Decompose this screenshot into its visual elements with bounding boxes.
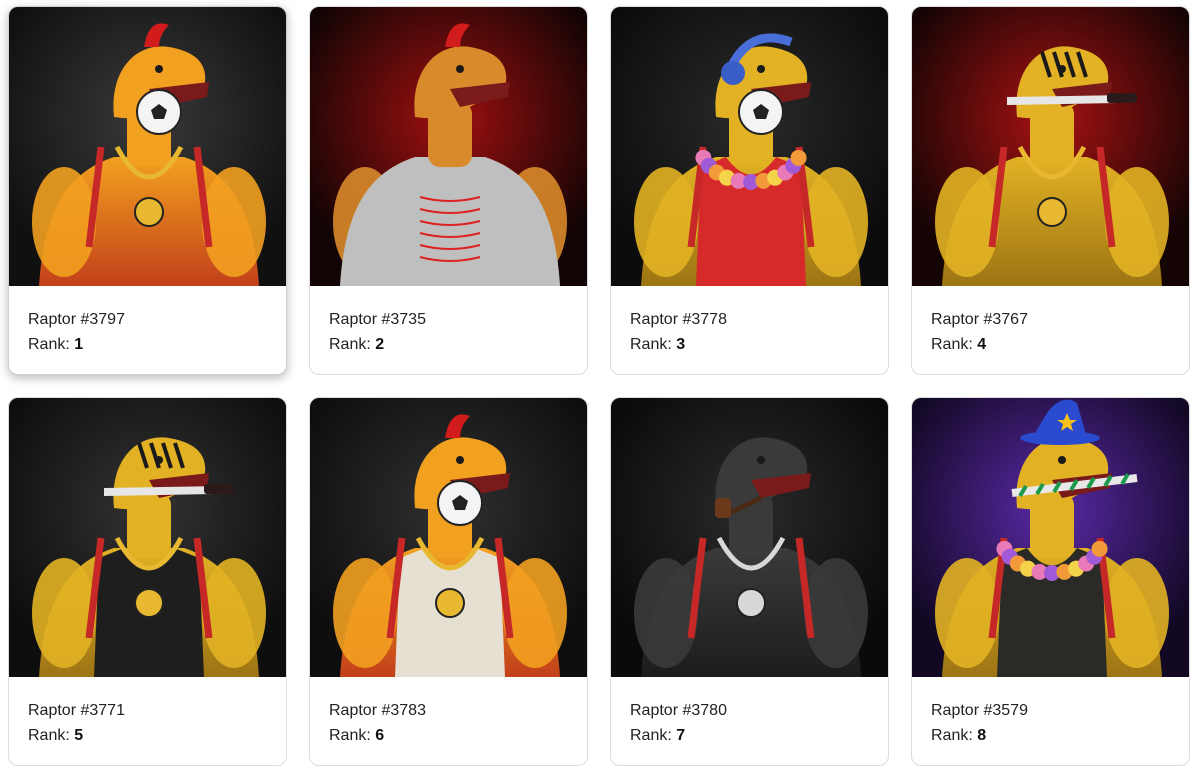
nft-image: [912, 7, 1189, 286]
nft-card[interactable]: Raptor #3783 Rank: 6: [309, 397, 588, 766]
eye: [456, 456, 464, 464]
left-arm: [634, 167, 698, 277]
nft-name: Raptor #3797: [28, 311, 125, 328]
rank-line: Rank: 4: [931, 332, 1028, 357]
nft-card[interactable]: Raptor #3778 Rank: 3: [610, 6, 889, 375]
rank-line: Rank: 2: [329, 332, 426, 357]
left-arm: [935, 167, 999, 277]
rank-value: 7: [676, 727, 686, 744]
left-arm: [333, 558, 397, 668]
rank-value: 8: [977, 727, 987, 744]
nft-image: [310, 398, 587, 677]
nft-card-grid: Raptor #3797 Rank: 1 Raptor #3735 Rank: 2 Ra…: [0, 0, 1200, 774]
eye: [1058, 456, 1066, 464]
nft-image: [611, 398, 888, 677]
card-info: Raptor #3771 Rank: 5: [28, 698, 125, 748]
rank-label: Rank:: [28, 727, 70, 744]
right-arm: [804, 558, 868, 668]
rank-line: Rank: 6: [329, 723, 426, 748]
card-info: Raptor #3797 Rank: 1: [28, 307, 125, 357]
rank-value: 5: [74, 727, 84, 744]
left-arm: [32, 167, 96, 277]
card-info: Raptor #3783 Rank: 6: [329, 698, 426, 748]
right-arm: [202, 558, 266, 668]
pendant: [736, 588, 766, 618]
rank-label: Rank:: [329, 727, 371, 744]
rank-value: 3: [676, 336, 686, 353]
rank-label: Rank:: [329, 336, 371, 353]
right-arm: [202, 167, 266, 277]
rank-label: Rank:: [28, 336, 70, 353]
nft-card[interactable]: Raptor #3767 Rank: 4: [911, 6, 1190, 375]
rank-line: Rank: 1: [28, 332, 125, 357]
rank-value: 2: [375, 336, 385, 353]
nft-name: Raptor #3780: [630, 702, 727, 719]
rank-line: Rank: 3: [630, 332, 727, 357]
pendant: [1037, 197, 1067, 227]
right-arm: [503, 558, 567, 668]
nft-card[interactable]: Raptor #3735 Rank: 2: [309, 6, 588, 375]
eye: [757, 456, 765, 464]
right-arm: [804, 167, 868, 277]
nft-name: Raptor #3778: [630, 311, 727, 328]
rank-label: Rank:: [630, 336, 672, 353]
rank-line: Rank: 5: [28, 723, 125, 748]
eye: [757, 65, 765, 73]
card-info: Raptor #3735 Rank: 2: [329, 307, 426, 357]
pendant: [134, 588, 164, 618]
rank-label: Rank:: [931, 336, 973, 353]
nft-card[interactable]: Raptor #3771 Rank: 5: [8, 397, 287, 766]
nft-name: Raptor #3767: [931, 311, 1028, 328]
nft-image: [912, 398, 1189, 677]
left-arm: [32, 558, 96, 668]
rank-line: Rank: 7: [630, 723, 727, 748]
right-arm: [1105, 167, 1169, 277]
eye: [456, 65, 464, 73]
card-info: Raptor #3780 Rank: 7: [630, 698, 727, 748]
nft-name: Raptor #3735: [329, 311, 426, 328]
nft-image: [9, 7, 286, 286]
pendant: [435, 588, 465, 618]
card-info: Raptor #3579 Rank: 8: [931, 698, 1028, 748]
eye: [155, 65, 163, 73]
lei-flower: [790, 149, 807, 166]
nft-image: [9, 398, 286, 677]
nft-name: Raptor #3783: [329, 702, 426, 719]
card-info: Raptor #3767 Rank: 4: [931, 307, 1028, 357]
nft-card[interactable]: Raptor #3780 Rank: 7: [610, 397, 889, 766]
right-arm: [1105, 558, 1169, 668]
card-info: Raptor #3778 Rank: 3: [630, 307, 727, 357]
pendant: [134, 197, 164, 227]
left-arm: [935, 558, 999, 668]
nft-name: Raptor #3579: [931, 702, 1028, 719]
rank-value: 1: [74, 336, 84, 353]
left-arm: [634, 558, 698, 668]
nft-name: Raptor #3771: [28, 702, 125, 719]
nft-image: [310, 7, 587, 286]
rank-line: Rank: 8: [931, 723, 1028, 748]
nft-card[interactable]: Raptor #3797 Rank: 1: [8, 6, 287, 375]
rank-label: Rank:: [931, 727, 973, 744]
nft-image: [611, 7, 888, 286]
nft-card[interactable]: Raptor #3579 Rank: 8: [911, 397, 1190, 766]
rank-value: 4: [977, 336, 987, 353]
rank-value: 6: [375, 727, 385, 744]
lei-flower: [1091, 540, 1108, 557]
rank-label: Rank:: [630, 727, 672, 744]
